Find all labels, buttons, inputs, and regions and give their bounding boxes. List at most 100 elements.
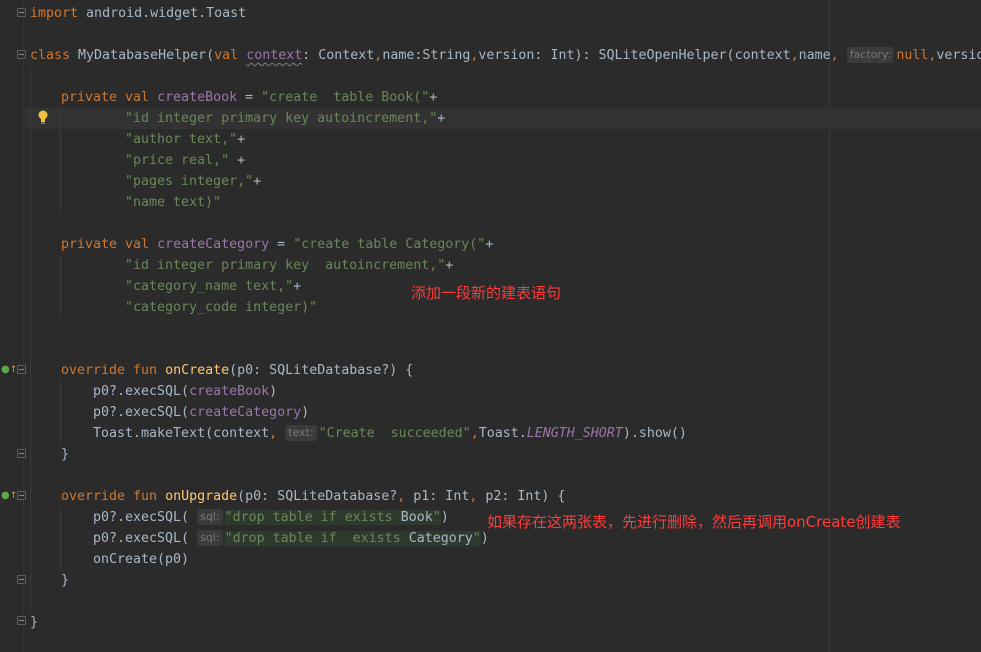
parameter-hint: text:	[285, 425, 317, 441]
keyword: private val	[61, 90, 150, 105]
code-line[interactable]: "author text,"+	[125, 129, 245, 150]
operator: +	[429, 90, 438, 105]
code-line[interactable]: "id integer primary key autoincrement,"+	[125, 255, 453, 276]
keyword: override fun	[61, 363, 158, 378]
code-line[interactable]: p0?.execSQL( sql: "drop table if exists B…	[93, 507, 449, 528]
operator: +	[293, 279, 302, 294]
function-name: onCreate	[165, 363, 230, 378]
comma: ,	[470, 426, 479, 441]
code-line[interactable]: override fun onCreate(p0: SQLiteDatabase…	[61, 360, 413, 381]
comma: ,	[830, 48, 839, 63]
fold-marker-icon[interactable]	[17, 491, 26, 500]
fold-marker-icon[interactable]	[17, 50, 26, 59]
override-method-icon[interactable]: ●↑	[1, 490, 17, 502]
code-line[interactable]: }	[30, 612, 38, 633]
string-literal: "author text,"	[125, 132, 238, 147]
code-line[interactable]: onCreate(p0)	[93, 549, 189, 570]
code-text: ).show()	[622, 426, 687, 441]
indent-guide	[60, 255, 61, 318]
fold-marker-icon[interactable]	[17, 365, 26, 374]
code-text: (p0: SQLiteDatabase?) {	[229, 363, 414, 378]
keyword: import	[30, 6, 79, 21]
code-line[interactable]: p0?.execSQL(createBook)	[93, 381, 277, 402]
fold-marker-icon[interactable]	[17, 575, 26, 584]
code-text: )	[301, 405, 310, 420]
string-literal: "name text)"	[125, 195, 222, 210]
fold-marker-icon[interactable]	[17, 8, 26, 17]
string-literal: "id integer primary key autoincrement,"	[125, 258, 446, 273]
code-text: onCreate(p0)	[93, 552, 190, 567]
code-line[interactable]: p0?.execSQL(createCategory)	[93, 402, 309, 423]
lightbulb-icon[interactable]	[37, 109, 49, 127]
string-literal: "create table Book("	[261, 90, 430, 105]
code-line[interactable]: "price real," +	[125, 150, 245, 171]
string-literal: "	[472, 531, 481, 546]
code-line-import[interactable]: import android.widget.Toast	[30, 3, 246, 24]
code-text: version: Int): SQLiteOpenHelper(context	[478, 48, 791, 63]
code-text: =	[269, 237, 294, 252]
sql-identifier: Category	[408, 531, 473, 546]
property-reference: createCategory	[189, 405, 302, 420]
code-text: p0?.execSQL(	[93, 510, 190, 525]
string-literal: "category_code integer)"	[125, 300, 318, 315]
string-literal: "id integer primary key autoincrement,"	[125, 111, 438, 126]
code-line[interactable]: private val createCategory = "create tab…	[61, 234, 493, 255]
parameter-hint: factory:	[846, 47, 895, 63]
code-text: p0?.execSQL(	[93, 405, 190, 420]
code-line[interactable]: }	[61, 444, 69, 465]
code-text: p1: Int	[405, 489, 470, 504]
code-text: name:String	[382, 48, 471, 63]
indent-guide	[30, 66, 31, 612]
code-text: p2: Int) {	[477, 489, 566, 504]
code-text: versio	[936, 48, 981, 63]
string-literal: "pages integer,"	[125, 174, 254, 189]
code-text: p0?.execSQL(	[93, 531, 190, 546]
code-text: name	[798, 48, 831, 63]
code-text: (p0: SQLiteDatabase?	[237, 489, 398, 504]
indent-guide	[60, 507, 61, 570]
code-editor[interactable]: ●↑ ●↑ import android.widget.Toast class …	[0, 0, 981, 652]
code-line[interactable]: private val createBook = "create table B…	[61, 87, 437, 108]
brace: }	[61, 447, 70, 462]
string-literal: "create table Category("	[293, 237, 486, 252]
code-line[interactable]: p0?.execSQL( sql: "drop table if exists C…	[93, 528, 489, 549]
code-text: =	[237, 90, 262, 105]
override-method-icon[interactable]: ●↑	[1, 364, 17, 376]
code-line[interactable]: "pages integer,"+	[125, 171, 261, 192]
code-line[interactable]: "name text)"	[125, 192, 221, 213]
code-text: p0?.execSQL(	[93, 384, 190, 399]
property-reference: createBook	[189, 384, 270, 399]
brace: }	[61, 573, 70, 588]
operator: +	[485, 237, 494, 252]
brace: }	[30, 615, 39, 630]
string-literal: "drop table if exists	[224, 531, 409, 546]
property-name: createCategory	[157, 237, 270, 252]
code-line-class-declaration[interactable]: class MyDatabaseHelper(val context: Cont…	[30, 45, 981, 66]
string-literal: "category_name text,"	[125, 279, 294, 294]
code-line[interactable]: override fun onUpgrade(p0: SQLiteDatabas…	[61, 486, 565, 507]
gutter-separator	[23, 0, 24, 652]
constant: LENGTH_SHORT	[526, 426, 623, 441]
gutter	[0, 0, 30, 652]
code-line[interactable]: Toast.makeText(context, text: "Create suc…	[93, 423, 687, 444]
comma: ,	[790, 48, 799, 63]
class-name: MyDatabaseHelper(	[70, 48, 215, 63]
annotation-note: 添加一段新的建表语句	[411, 284, 562, 302]
fold-marker-icon[interactable]	[17, 449, 26, 458]
indent-guide	[60, 381, 61, 444]
right-margin-guide	[829, 0, 830, 652]
code-line[interactable]: }	[61, 570, 69, 591]
code-line[interactable]: "id integer primary key autoincrement,"+	[125, 108, 445, 129]
code-text: )	[440, 510, 449, 525]
keyword: null	[896, 48, 929, 63]
code-line[interactable]: "category_name text,"+	[125, 276, 301, 297]
keyword: class	[30, 48, 71, 63]
parameter-hint: sql:	[197, 509, 223, 525]
code-text: : Context	[302, 48, 375, 63]
fold-marker-icon[interactable]	[17, 616, 26, 625]
parameter-hint: sql:	[197, 530, 223, 546]
import-path: android.widget.Toast	[78, 6, 247, 21]
string-literal: "drop table if exists	[224, 510, 401, 525]
code-text: )	[269, 384, 278, 399]
code-line[interactable]: "category_code integer)"	[125, 297, 317, 318]
